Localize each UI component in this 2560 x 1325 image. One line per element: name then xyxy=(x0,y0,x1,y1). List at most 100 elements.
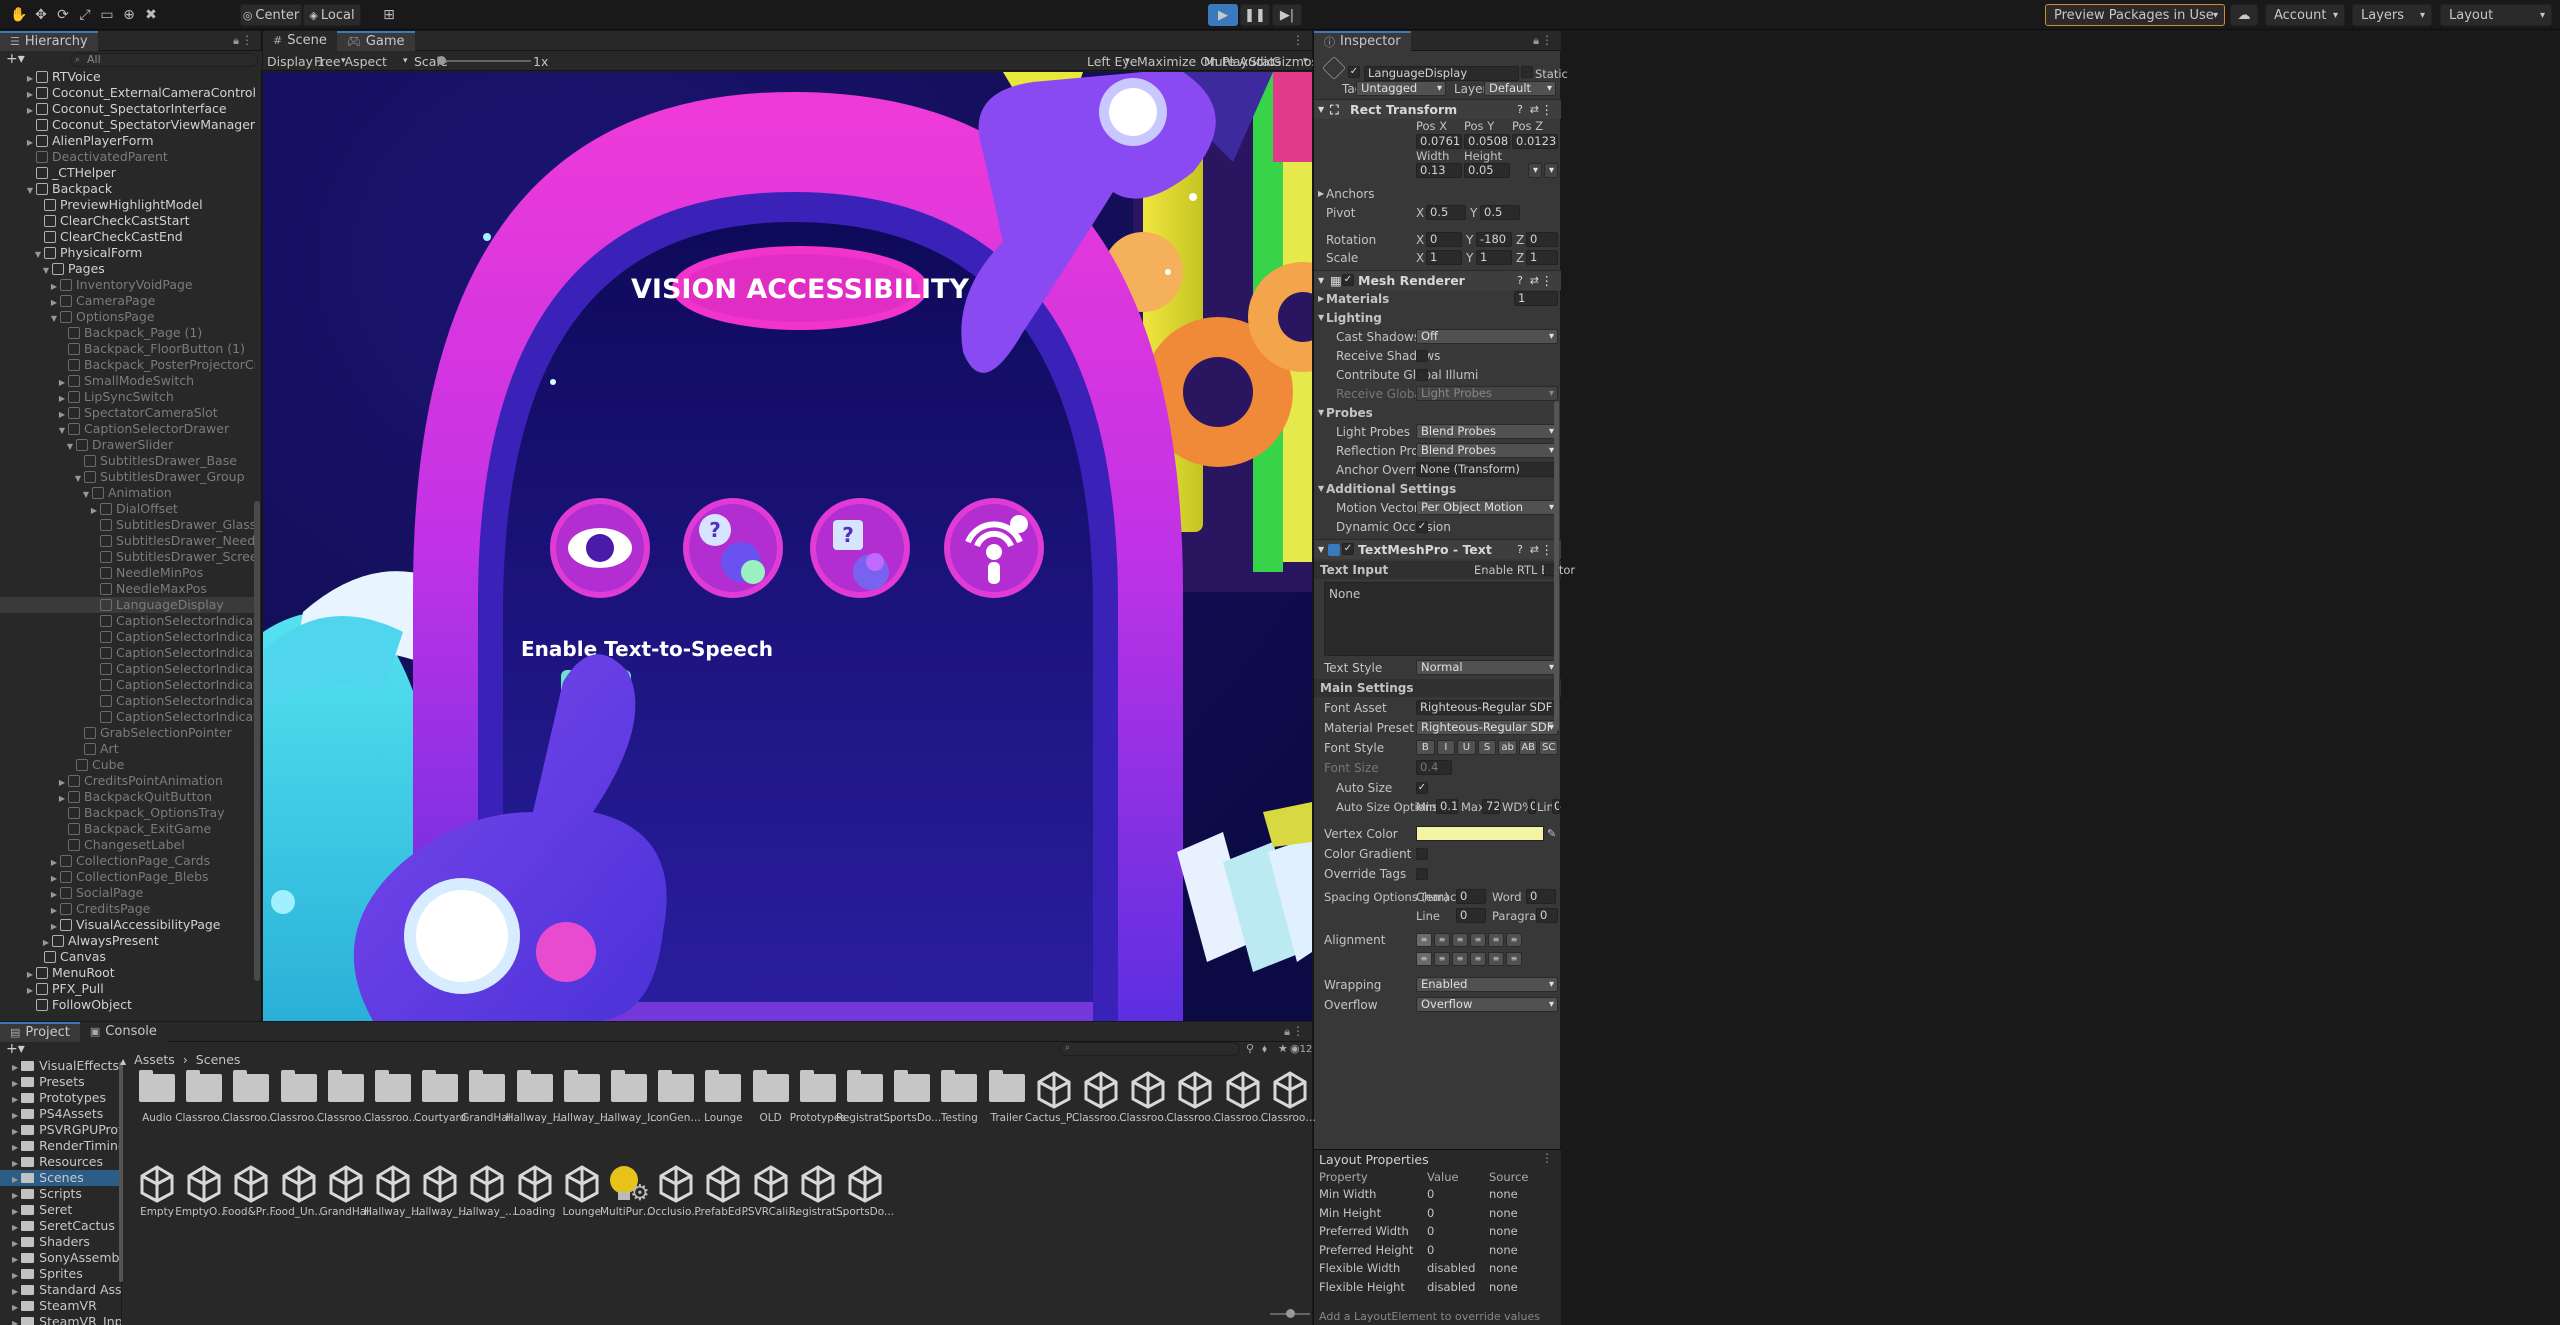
alignment-button-icon[interactable]: ≡ xyxy=(1434,952,1450,966)
hierarchy-item[interactable]: SubtitlesDrawer_Screen xyxy=(0,549,255,565)
hierarchy-item[interactable]: CaptionSelectorIndicatorDot xyxy=(0,677,255,693)
hierarchy-item[interactable]: CaptionSelectorIndicatorDot xyxy=(0,693,255,709)
lighting-label[interactable]: Lighting xyxy=(1326,309,1382,327)
hierarchy-item[interactable]: Backpack_OptionsTray xyxy=(0,805,255,821)
height-field[interactable]: 0.05 xyxy=(1464,163,1510,178)
eyedropper-icon[interactable]: ✎ xyxy=(1547,825,1556,843)
asset-folder[interactable]: Hallway_Li... xyxy=(553,1070,611,1130)
foldout-arrow-icon[interactable]: ▶ xyxy=(12,1303,18,1312)
probes-label[interactable]: Probes xyxy=(1326,404,1373,422)
alignment-button-icon[interactable]: ≡ xyxy=(1506,952,1522,966)
hierarchy-scrollbar[interactable] xyxy=(254,501,260,981)
line-spacing-field[interactable]: 0 xyxy=(1456,908,1486,923)
asset-scene[interactable]: Empty xyxy=(134,1164,180,1224)
hierarchy-item[interactable]: CaptionSelectorIndicatorDot xyxy=(0,661,255,677)
pivot-y-field[interactable]: 0.5 xyxy=(1480,205,1520,220)
additional-settings-label[interactable]: Additional Settings xyxy=(1326,480,1456,498)
lock-icon[interactable]: 🔒︎ xyxy=(233,34,239,48)
auto-size-line-field[interactable]: 0 xyxy=(1552,799,1560,814)
font-style-button[interactable]: U xyxy=(1457,740,1476,755)
cloud-button[interactable]: ☁ xyxy=(2230,4,2258,26)
active-checkbox[interactable]: ✓ xyxy=(1348,66,1360,78)
hierarchy-item[interactable]: ▶ CreditsPage xyxy=(0,901,255,917)
override-tags-checkbox[interactable] xyxy=(1416,868,1428,880)
touch-help-button[interactable]: ? xyxy=(810,498,910,598)
character-spacing-field[interactable]: 0 xyxy=(1456,889,1486,904)
asset-folder[interactable]: Classroom... xyxy=(317,1070,375,1130)
project-folder-item[interactable]: ▶ Seret xyxy=(0,1202,121,1218)
hierarchy-item[interactable]: ▶ SmallModeSwitch xyxy=(0,373,255,389)
hierarchy-item[interactable]: NeedleMaxPos xyxy=(0,581,255,597)
hierarchy-item[interactable]: ▶ SpectatorCameraSlot xyxy=(0,405,255,421)
rotate-tool-icon[interactable]: ⟳ xyxy=(52,4,74,26)
more-menu-icon[interactable]: ⋮ xyxy=(1541,1151,1553,1165)
more-menu-icon[interactable]: ⋮ xyxy=(1541,540,1554,560)
tag-dropdown[interactable]: Untagged xyxy=(1356,81,1446,96)
rotation-y-field[interactable]: -180 xyxy=(1476,232,1512,247)
paragraph-spacing-field[interactable]: 0 xyxy=(1536,908,1558,923)
tab-hierarchy[interactable]: ☰ Hierarchy xyxy=(0,30,98,51)
material-preset-dropdown[interactable]: Righteous-Regular SDF Material xyxy=(1416,720,1558,735)
asset-folder[interactable]: Trailer xyxy=(984,1070,1030,1130)
hierarchy-item[interactable]: ▶ CollectionPage_Blebs xyxy=(0,869,255,885)
add-icon[interactable]: +▾ xyxy=(6,1041,25,1057)
more-menu-icon[interactable]: ⋮ xyxy=(1541,33,1553,47)
hierarchy-item[interactable]: ▶ CollectionPage_Cards xyxy=(0,853,255,869)
asset-scene[interactable]: Lounge xyxy=(559,1164,605,1224)
asset-folder[interactable]: Classroom... xyxy=(270,1070,328,1130)
foldout-arrow-icon[interactable]: ▶ xyxy=(12,1111,18,1120)
asset-folder[interactable]: OLD xyxy=(748,1070,794,1130)
hierarchy-item[interactable]: ▶ AlwaysPresent xyxy=(0,933,255,949)
tab-game[interactable]: 🎮︎ Game xyxy=(336,30,415,51)
hierarchy-item[interactable]: ClearCheckCastEnd xyxy=(0,229,255,245)
asset-scene[interactable]: PrefabEditi... xyxy=(694,1164,752,1224)
hierarchy-item[interactable]: SubtitlesDrawer_Needle xyxy=(0,533,255,549)
reflection-probes-dropdown[interactable]: Blend Probes xyxy=(1416,443,1558,458)
font-style-button[interactable]: I xyxy=(1436,740,1456,755)
scale-z-field[interactable]: 1 xyxy=(1526,250,1558,265)
materials-label[interactable]: Materials xyxy=(1326,290,1389,308)
hierarchy-item[interactable]: SubtitlesDrawer_Base xyxy=(0,453,255,469)
podcast-speech-button[interactable] xyxy=(944,498,1044,598)
auto-size-wd-field[interactable]: 0 xyxy=(1528,799,1536,814)
transform-tool-icon[interactable]: ⊕ xyxy=(118,4,140,26)
asset-scene[interactable]: Hallway_C... xyxy=(364,1164,422,1224)
project-folder-item[interactable]: ▶ Scenes xyxy=(0,1170,121,1186)
project-folder-item[interactable]: ▶ RenderTiming xyxy=(0,1138,121,1154)
asset-scene[interactable]: Hallway_M... xyxy=(458,1164,516,1224)
project-folder-item[interactable]: ▶ Prototypes xyxy=(0,1090,121,1106)
static-checkbox[interactable] xyxy=(1521,66,1533,78)
project-folder-item[interactable]: ▶ Standard Assets xyxy=(0,1282,121,1298)
hand-tool-icon[interactable]: ✋ xyxy=(8,4,30,26)
mesh-renderer-enabled-checkbox[interactable]: ✓ xyxy=(1342,274,1354,286)
preset-icon[interactable]: ⇄ xyxy=(1530,271,1539,291)
hierarchy-item[interactable]: CaptionSelectorIndicatorDot xyxy=(0,709,255,725)
asset-folder[interactable]: Classroom... xyxy=(222,1070,280,1130)
alignment-button-icon[interactable]: ≡ xyxy=(1488,952,1504,966)
asset-folder[interactable]: Classroom... xyxy=(364,1070,422,1130)
blueprint-button[interactable] xyxy=(1528,163,1542,178)
tmp-enabled-checkbox[interactable]: ✓ xyxy=(1342,543,1354,555)
hearing-help-button[interactable]: ? xyxy=(683,498,783,598)
alignment-button-icon[interactable]: ≡ xyxy=(1416,933,1432,947)
filter-label-icon[interactable]: ⬧ xyxy=(1262,1042,1267,1056)
asset-scene[interactable]: Loading xyxy=(512,1164,558,1224)
width-field[interactable]: 0.13 xyxy=(1416,163,1462,178)
asset-folder[interactable]: IconGener... xyxy=(647,1070,705,1130)
hierarchy-item[interactable]: ▶ Coconut_SpectatorInterface xyxy=(0,101,255,117)
hierarchy-item[interactable]: ▶ BackpackQuitButton xyxy=(0,789,255,805)
materials-count-field[interactable]: 1 xyxy=(1514,291,1558,306)
hierarchy-item[interactable]: CaptionSelectorIndicatorDot xyxy=(0,645,255,661)
wrapping-dropdown[interactable]: Enabled xyxy=(1416,977,1558,992)
hidden-packages-icon[interactable]: ◉12 xyxy=(1290,1042,1312,1055)
hierarchy-item[interactable]: PreviewHighlightModel xyxy=(0,197,255,213)
hierarchy-item[interactable]: CaptionSelectorIndicatorDot xyxy=(0,613,255,629)
font-style-button[interactable]: SC xyxy=(1539,740,1559,755)
asset-folder[interactable]: Hallway_C... xyxy=(506,1070,564,1130)
project-folder-item[interactable]: ▶ SonyAssemblies xyxy=(0,1250,121,1266)
mesh-renderer-header[interactable]: ▼ ▦ ✓ Mesh Renderer ? ⇄ ⋮ xyxy=(1314,270,1561,290)
tab-inspector[interactable]: ⓘ Inspector xyxy=(1314,30,1411,51)
cast-shadows-dropdown[interactable]: Off xyxy=(1416,329,1558,344)
more-menu-icon[interactable]: ⋮ xyxy=(1541,271,1554,291)
hierarchy-item[interactable]: SubtitlesDrawer_Glass xyxy=(0,517,255,533)
